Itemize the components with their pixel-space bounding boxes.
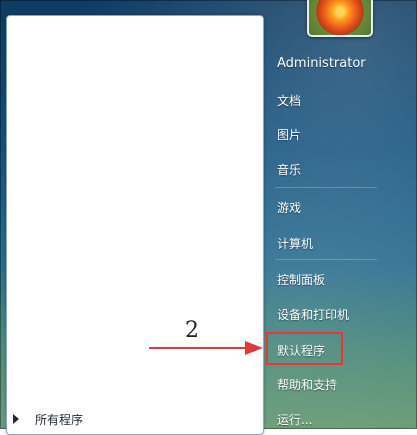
all-programs-label: 所有程序 xyxy=(35,412,84,427)
computer-item[interactable]: 计算机 xyxy=(277,235,313,252)
menu-separator xyxy=(275,187,377,188)
menu-separator xyxy=(275,259,377,260)
default-programs-highlight xyxy=(266,332,343,365)
user-name-item[interactable]: Administrator xyxy=(277,56,366,71)
control-panel-item[interactable]: 控制面板 xyxy=(277,271,325,288)
all-programs-button[interactable]: 所有程序 xyxy=(13,409,83,429)
step-number: 2 xyxy=(185,318,199,343)
run-item[interactable]: 运行... xyxy=(277,411,312,428)
arrow-head-icon xyxy=(245,341,263,355)
music-item[interactable]: 音乐 xyxy=(277,161,301,178)
programs-pane xyxy=(6,15,264,435)
pictures-item[interactable]: 图片 xyxy=(277,126,301,143)
user-avatar[interactable] xyxy=(307,0,373,37)
annotation-arrow xyxy=(149,347,249,349)
games-item[interactable]: 游戏 xyxy=(277,199,301,216)
devices-printers-item[interactable]: 设备和打印机 xyxy=(277,306,349,323)
triangle-right-icon xyxy=(13,414,19,424)
help-support-item[interactable]: 帮助和支持 xyxy=(277,376,337,393)
documents-item[interactable]: 文档 xyxy=(277,92,301,109)
start-menu: 所有程序 Administrator 文档 图片 音乐 游戏 计算机 控制面板 … xyxy=(0,0,417,435)
